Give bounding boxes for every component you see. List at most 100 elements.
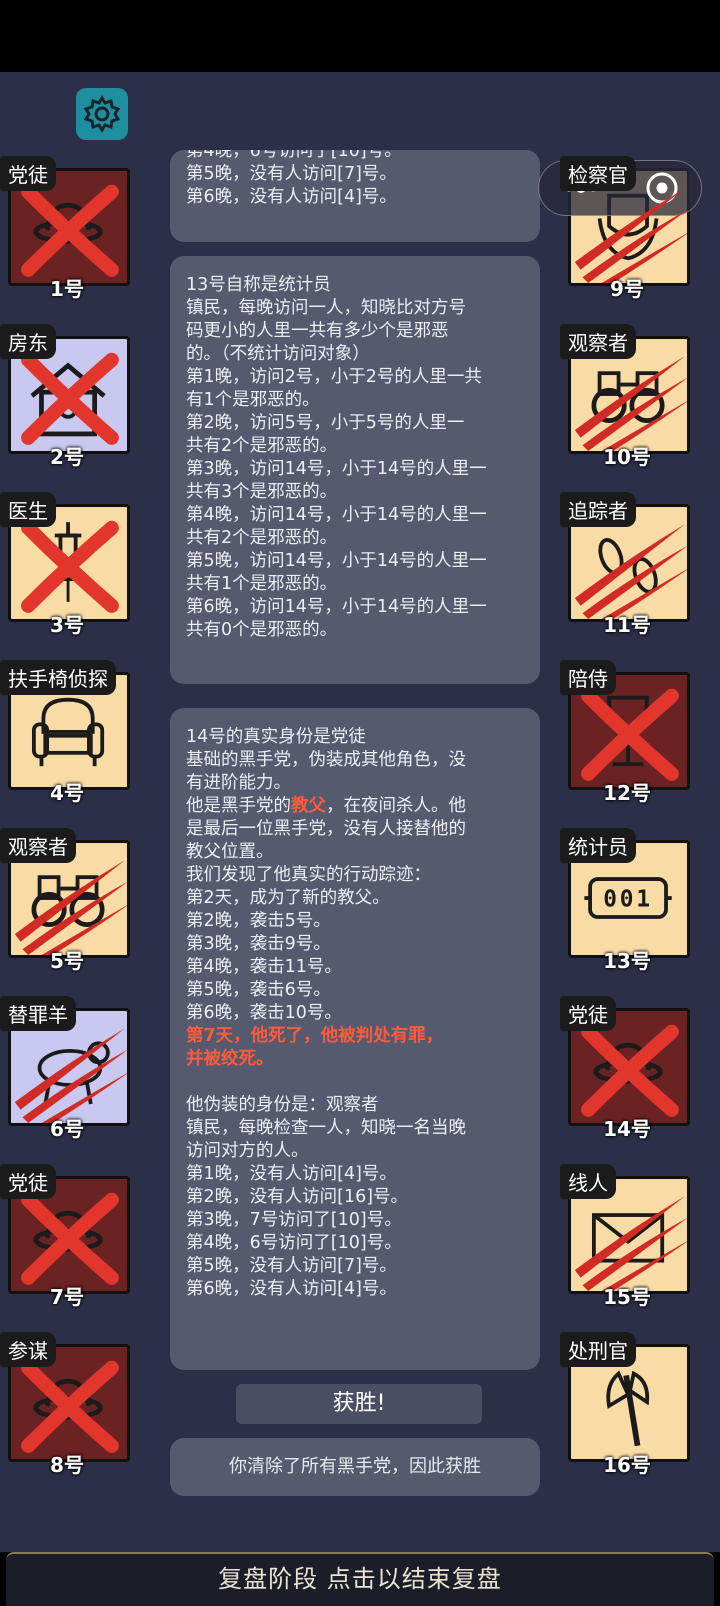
player-card[interactable]: 观察者 10号	[560, 324, 694, 469]
player-card[interactable]: 处刑官 16号	[560, 1332, 694, 1477]
role-label: 党徒	[0, 156, 56, 191]
log-line: 第6晚，访问14号，小于14号的人里一	[186, 597, 487, 617]
player-number: 16号	[603, 1453, 651, 1477]
player-number: 13号	[603, 949, 651, 973]
eliminated-cross	[21, 1192, 119, 1285]
player-number: 9号	[610, 277, 644, 301]
eliminated-cross	[21, 1360, 119, 1453]
log-line: 第6晚，没有人访问[4]号。	[186, 1279, 397, 1299]
claw-marks	[14, 1028, 127, 1123]
role-label: 陪侍	[560, 660, 616, 695]
player-number: 3号	[50, 613, 84, 637]
player-number: 10号	[603, 445, 651, 469]
claw-marks	[574, 356, 687, 451]
log-line: 基础的黑手党，伪装成其他角色，没	[186, 750, 466, 770]
end-review-button[interactable]: 复盘阶段 点击以结束复盘	[6, 1552, 714, 1606]
status-bar	[0, 0, 720, 72]
log-line: 共有1个是邪恶的。	[186, 574, 338, 594]
role-label: 党徒	[560, 996, 616, 1031]
godfather-highlight: 教父	[291, 796, 326, 816]
log-line: 我们发现了他真实的行动踪迹：	[186, 865, 431, 885]
player-card[interactable]: 党徒 1号	[0, 156, 134, 301]
role-label: 参谋	[0, 1332, 56, 1367]
role-label: 追踪者	[560, 492, 636, 527]
log-line: 共有2个是邪恶的。	[186, 436, 338, 456]
eliminated-cross	[581, 1024, 679, 1117]
log-line: 第1晚，访问2号，小于2号的人里一共	[186, 367, 482, 387]
log-line: 第1晚，没有人访问[4]号。	[186, 1164, 397, 1184]
log-line: 教父位置。	[186, 842, 274, 862]
log-line: 13号自称是统计员	[186, 275, 331, 295]
player-number: 11号	[603, 613, 651, 637]
log-line: 第5晚，袭击6号。	[186, 980, 331, 1000]
settings-button[interactable]	[76, 88, 128, 140]
log-bubble-player-14: 14号的真实身份是党徒 基础的黑手党，伪装成其他角色，没 有进阶能力。 他是黑手…	[170, 708, 540, 1370]
log-spacer	[186, 1071, 526, 1094]
win-button[interactable]: 获胜!	[236, 1384, 482, 1424]
log-line: 镇民，每晚访问一人，知晓比对方号	[186, 298, 466, 318]
player-number: 6号	[50, 1117, 84, 1141]
log-line: 共有3个是邪恶的。	[186, 482, 338, 502]
log-line: 第2晚，没有人访问[16]号。	[186, 1187, 409, 1207]
eliminated-cross	[21, 520, 119, 613]
log-line: 共有2个是邪恶的。	[186, 528, 338, 548]
player-number: 2号	[50, 445, 84, 469]
claw-marks	[574, 188, 687, 283]
log-line: 14号的真实身份是党徒	[186, 727, 366, 747]
claw-marks	[14, 860, 127, 955]
player-number: 15号	[603, 1285, 651, 1309]
log-text: ，在夜间杀人。他	[326, 796, 466, 816]
log-line: 共有0个是邪恶的。	[186, 620, 338, 640]
player-card[interactable]: 观察者 5号	[0, 828, 134, 973]
role-label: 党徒	[0, 1164, 56, 1199]
counter-digits: 001	[603, 887, 653, 913]
role-label: 替罪羊	[0, 996, 76, 1031]
player-card[interactable]: 扶手椅侦探 4号	[0, 660, 134, 805]
player-number: 7号	[50, 1285, 84, 1309]
player-number: 14号	[603, 1117, 651, 1141]
player-card[interactable]: 房东 2号	[0, 324, 134, 469]
role-label: 医生	[0, 492, 56, 527]
log-line: 第3晚，7号访问了[10]号。	[186, 1210, 402, 1230]
log-text: 他是黑手党的	[186, 796, 291, 816]
log-line: 有进阶能力。	[186, 773, 291, 793]
eliminated-cross	[21, 352, 119, 445]
claw-marks	[574, 524, 687, 619]
death-line: 第7天，他死了，他被判处有罪，	[186, 1026, 444, 1046]
player-number: 12号	[603, 781, 651, 805]
role-label: 扶手椅侦探	[0, 660, 116, 695]
player-card[interactable]: 党徒 14号	[560, 996, 694, 1141]
player-card[interactable]: 参谋 8号	[0, 1332, 134, 1477]
log-line: 第4晚，6号访问了[10]号。	[186, 150, 402, 161]
eliminated-cross	[21, 184, 119, 277]
role-label: 观察者	[0, 828, 76, 863]
player-number: 4号	[50, 781, 84, 805]
role-label: 检察官	[560, 156, 636, 191]
claw-marks	[574, 1196, 687, 1291]
player-card[interactable]: 党徒 7号	[0, 1164, 134, 1309]
log-line: 他是黑手党的教父，在夜间杀人。他	[186, 795, 526, 818]
log-line: 的。（不统计访问对象）	[186, 344, 370, 364]
player-number: 8号	[50, 1453, 84, 1477]
log-line: 第5晚，没有人访问[7]号。	[186, 164, 397, 184]
game-stage: 第4晚，6号访问了[10]号。 第5晚，没有人访问[7]号。 第6晚，没有人访问…	[0, 72, 720, 1552]
log-line: 码更小的人里一共有多少个是邪恶	[186, 321, 449, 341]
player-number: 1号	[50, 277, 84, 301]
log-line: 第2晚，访问5号，小于5号的人里一	[186, 413, 465, 433]
log-line: 第2天，成为了新的教父。	[186, 888, 390, 908]
log-line: 第3晚，袭击9号。	[186, 934, 331, 954]
player-card[interactable]: 001 统计员 13号	[560, 828, 694, 973]
log-line: 第4晚，6号访问了[10]号。	[186, 1233, 402, 1253]
player-card[interactable]: 检察官 9号	[560, 156, 694, 301]
player-card[interactable]: 医生 3号	[0, 492, 134, 637]
win-message: 你清除了所有黑手党，因此获胜	[170, 1438, 540, 1496]
player-card[interactable]: 替罪羊 6号	[0, 996, 134, 1141]
player-card[interactable]: 陪侍 12号	[560, 660, 694, 805]
log-line: 第4晚，袭击11号。	[186, 957, 342, 977]
role-label: 统计员	[560, 828, 636, 863]
player-card[interactable]: 线人 15号	[560, 1164, 694, 1309]
log-line: 第6晚，没有人访问[4]号。	[186, 187, 397, 207]
log-line: 第6晚，袭击10号。	[186, 1003, 342, 1023]
player-card[interactable]: 追踪者 11号	[560, 492, 694, 637]
log-line: 他伪装的身份是：观察者	[186, 1095, 379, 1115]
